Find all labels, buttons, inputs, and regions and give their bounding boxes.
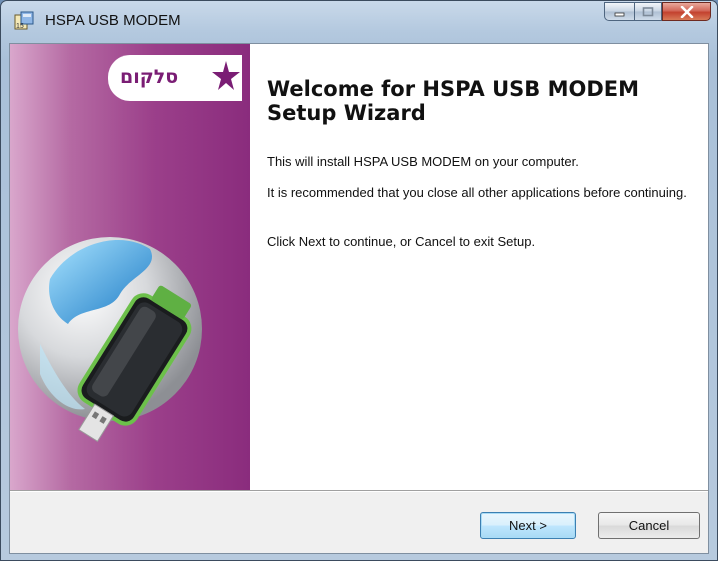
recommendation-text: It is recommended that you close all oth…	[267, 185, 687, 200]
globe-usb-modem-illustration	[18, 237, 202, 442]
minimize-button[interactable]	[604, 2, 634, 21]
wizard-side-banner: סלקום	[10, 44, 250, 490]
next-button[interactable]: Next >	[480, 512, 576, 539]
wizard-body: סלקום Welcome for HSPA USB MODEM Setup W…	[9, 43, 709, 554]
footer-divider	[10, 490, 708, 492]
instructions-text: Click Next to continue, or Cancel to exi…	[267, 234, 536, 249]
title-bar[interactable]: 15 HSPA USB MODEM	[1, 1, 717, 43]
maximize-icon	[642, 6, 654, 16]
page-title: Welcome for HSPA USB MODEM Setup Wizard	[267, 77, 640, 125]
installer-icon: 15	[14, 11, 34, 30]
maximize-button[interactable]	[634, 2, 662, 21]
svg-text:15: 15	[16, 23, 24, 30]
close-button[interactable]	[662, 2, 711, 21]
wizard-content: Welcome for HSPA USB MODEM Setup Wizard …	[250, 44, 708, 490]
setup-window: 15 HSPA USB MODEM סלקום Welcome for HSPA…	[0, 0, 718, 561]
close-icon	[680, 5, 693, 18]
cancel-button[interactable]: Cancel	[598, 512, 700, 539]
minimize-icon	[614, 12, 624, 16]
install-info-text: This will install HSPA USB MODEM on your…	[267, 154, 579, 169]
window-title: HSPA USB MODEM	[45, 12, 181, 29]
window-controls	[604, 2, 711, 21]
